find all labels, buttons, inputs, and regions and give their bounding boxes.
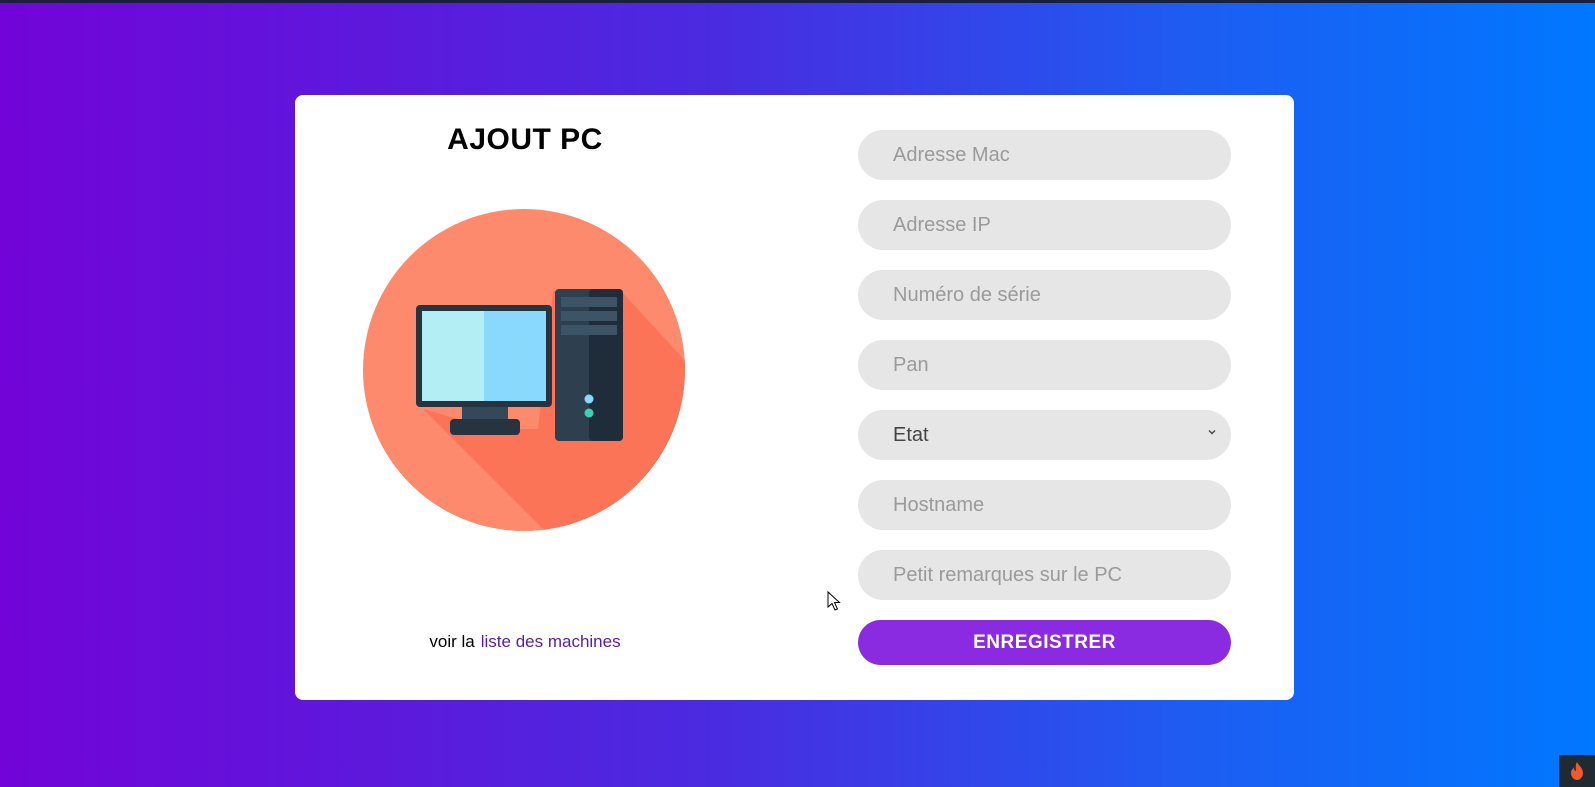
- monitor-screen-left: [422, 311, 484, 401]
- add-pc-card: AJOUT PC voir la liste des machines Adre…: [295, 95, 1294, 700]
- enregistrer-button[interactable]: ENREGISTRER: [858, 620, 1231, 665]
- monitor-stand: [450, 419, 520, 435]
- serial-number-input[interactable]: [858, 270, 1231, 320]
- card-left-panel: AJOUT PC voir la liste des machines: [295, 95, 755, 700]
- machines-list-link[interactable]: liste des machines: [481, 632, 621, 651]
- tower-bay-3: [561, 325, 617, 335]
- tower-led-blue: [584, 394, 594, 404]
- remarks-input[interactable]: [858, 550, 1231, 600]
- machines-list-footer: voir la liste des machines: [295, 632, 755, 652]
- serial-field: [858, 270, 1231, 320]
- etat-select[interactable]: Etat: [858, 410, 1231, 460]
- etat-selected-value: Etat: [893, 423, 929, 446]
- tower-led-green: [584, 408, 594, 418]
- ip-field: [858, 200, 1231, 250]
- corner-app-badge[interactable]: [1559, 755, 1595, 787]
- pan-field: [858, 340, 1231, 390]
- remarks-field: [858, 550, 1231, 600]
- pan-input[interactable]: [858, 340, 1231, 390]
- add-pc-form: Etat ENREGISTRER: [858, 130, 1231, 665]
- page-title: AJOUT PC: [447, 123, 603, 156]
- monitor-screen-right: [484, 311, 546, 401]
- top-browser-strip: [0, 0, 1595, 3]
- tower-bay-2: [561, 311, 617, 321]
- hostname-input[interactable]: [858, 480, 1231, 530]
- flame-icon: [1571, 762, 1583, 780]
- tower-bay-1: [561, 297, 617, 307]
- chevron-down-icon: [1208, 430, 1216, 435]
- hostname-field: [858, 480, 1231, 530]
- mac-address-input[interactable]: [858, 130, 1231, 180]
- desktop-computer-icon: [363, 209, 685, 531]
- monitor-neck: [462, 407, 508, 419]
- mac-field: [858, 130, 1231, 180]
- footer-prefix: voir la: [429, 632, 475, 651]
- ip-address-input[interactable]: [858, 200, 1231, 250]
- mouse-cursor-icon: [827, 591, 841, 611]
